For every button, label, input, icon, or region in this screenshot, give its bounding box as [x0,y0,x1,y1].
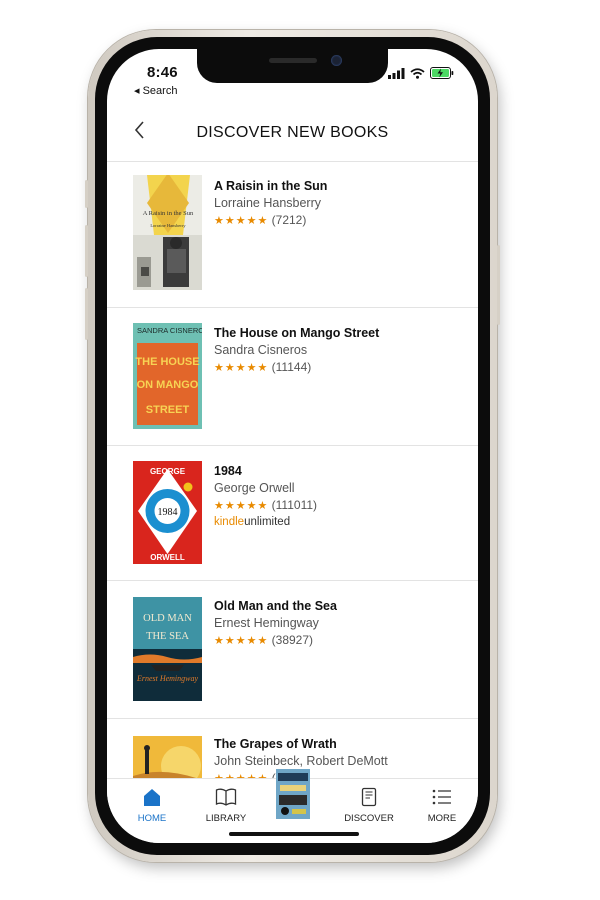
book-author: Sandra Cisneros [214,343,308,357]
status-icons [388,66,454,84]
book-row[interactable]: GEORGE 1984 ORWELL 1984 George Orwell ★★… [107,446,478,581]
book-title[interactable]: Old Man and the Sea [214,599,337,613]
tab-current-book[interactable] [258,769,328,819]
tab-home-label: HOME [137,813,167,824]
book-cover[interactable]: A Raisin in the Sun Lorraine Hansberry [133,175,202,290]
star-rating-icon: ★★★★★ [214,635,269,647]
earpiece-speaker [269,58,317,63]
page-title: DISCOVER NEW BOOKS [196,124,389,141]
discover-icon [334,786,404,808]
tab-discover-label: DISCOVER [344,813,394,824]
star-rating-icon: ★★★★★ [214,362,269,374]
book-cover[interactable]: SANDRA CISNEROS THE HOUSE ON MANGO STREE… [133,323,202,429]
power-button [497,245,500,325]
tab-more[interactable]: MORE [407,786,477,824]
book-author: Ernest Hemingway [214,616,319,630]
status-time: 8:46 [147,64,178,81]
home-icon [117,786,187,808]
volume-down-button [85,288,88,340]
book-rating: ★★★★★ (11144) [214,360,311,374]
cover-title-line: STREET [146,404,190,416]
nav-header: DISCOVER NEW BOOKS [107,104,478,162]
book-title[interactable]: 1984 [214,464,242,478]
tab-home[interactable]: HOME [117,786,187,824]
menu-list-icon [407,786,477,808]
star-rating-icon: ★★★★★ [214,215,269,227]
book-open-icon [191,786,261,808]
review-count: (7212) [271,213,307,227]
phone-screen: 8:46 ◂ Search DISCOVER NEW BOOKS A Raisi… [107,49,478,843]
home-indicator [229,832,359,836]
ku-unlimited-text: unlimited [244,516,291,528]
book-rating: ★★★★★ (38927) [214,633,313,647]
phone-frame: 8:46 ◂ Search DISCOVER NEW BOOKS A Raisi… [85,30,500,862]
star-rating-icon: ★★★★★ [214,500,269,512]
wifi-icon [410,66,425,84]
book-author: Lorraine Hansberry [214,196,321,210]
ku-kindle-text: kindle [214,516,245,528]
book-cover[interactable] [133,736,202,778]
tab-library[interactable]: LIBRARY [191,786,261,824]
cover-author-text: SANDRA CISNEROS [137,326,202,335]
book-rating: ★★★★★ (7212) [214,213,306,227]
review-count: (11144) [271,360,312,374]
book-title[interactable]: A Raisin in the Sun [214,179,327,193]
phone-bezel: 8:46 ◂ Search DISCOVER NEW BOOKS A Raisi… [95,37,490,855]
book-list: A Raisin in the Sun Lorraine Hansberry A… [107,162,478,778]
cover-title-line: THE HOUSE [135,356,199,368]
book-author: George Orwell [214,481,295,495]
book-title[interactable]: The House on Mango Street [214,326,379,340]
book-cover[interactable]: OLD MAN THE SEA Ernest Hemingway [133,597,202,701]
cover-title-line: ON MANGO [137,379,199,391]
review-count: (38927) [271,633,314,647]
book-row[interactable]: A Raisin in the Sun Lorraine Hansberry A… [107,162,478,308]
book-cover[interactable]: GEORGE 1984 ORWELL [133,461,202,564]
battery-charging-icon [430,66,454,84]
cover-title-text: 1984 [158,507,178,518]
current-book-thumbnail [276,769,310,819]
book-author: John Steinbeck, Robert DeMott [214,754,388,768]
front-camera [331,55,342,66]
cover-author-text: Ernest Hemingway [136,674,199,683]
cover-title-line: OLD MAN [143,613,192,624]
cover-title-text: A Raisin in the Sun [143,210,194,217]
volume-up-button [85,225,88,277]
cover-author-text: ORWELL [150,553,185,562]
book-row[interactable]: SANDRA CISNEROS THE HOUSE ON MANGO STREE… [107,308,478,446]
volume-button [85,180,88,208]
review-count: (111011) [271,498,318,512]
cellular-signal-icon [388,66,405,84]
cover-title-line: THE SEA [146,631,189,642]
cover-author-text: Lorraine Hansberry [150,223,186,228]
kindle-unlimited-badge: kindleunlimited [214,516,290,528]
book-row[interactable]: OLD MAN THE SEA Ernest Hemingway Old Man… [107,581,478,719]
book-title[interactable]: The Grapes of Wrath [214,737,337,751]
tab-more-label: MORE [427,813,457,824]
notch [197,49,388,83]
back-to-search-link[interactable]: ◂ Search [134,84,177,97]
book-rating: ★★★★★ (111011) [214,498,317,512]
tab-library-label: LIBRARY [205,813,247,824]
tab-discover[interactable]: DISCOVER [334,786,404,824]
